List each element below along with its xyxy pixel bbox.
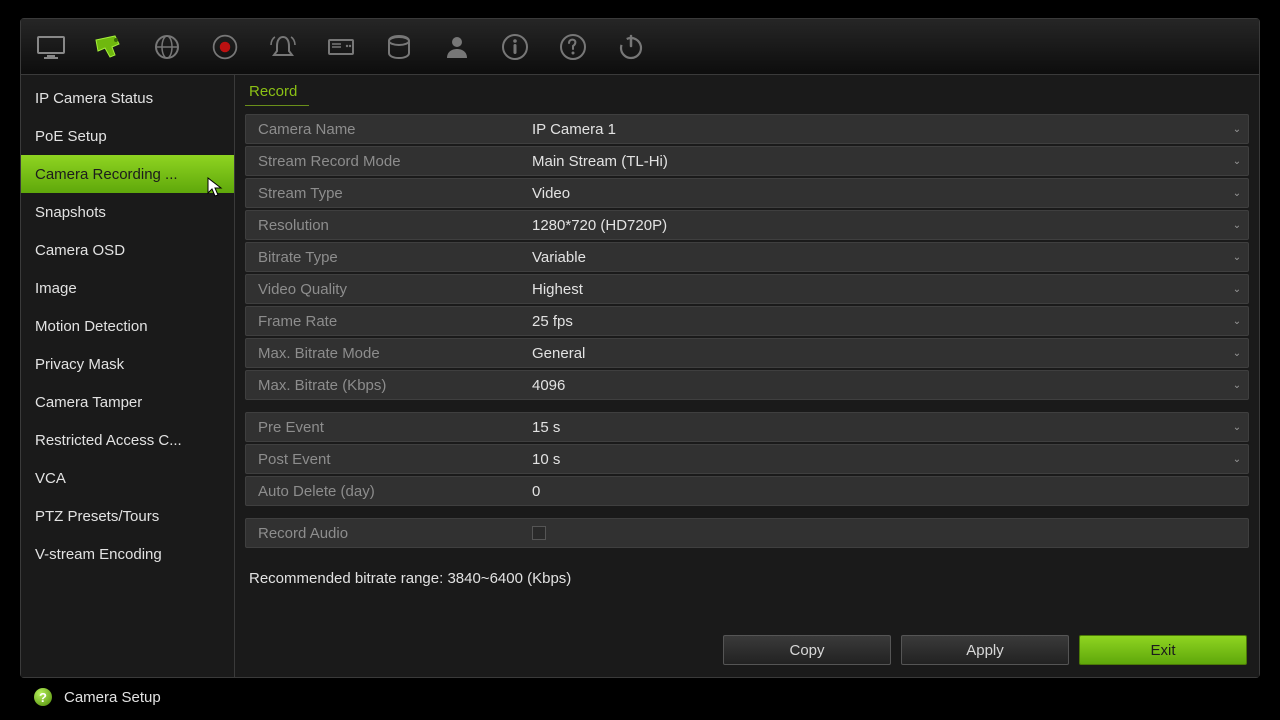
help-icon[interactable] [553,27,593,67]
sidebar-item-camera-recording[interactable]: Camera Recording ... [21,155,234,193]
monitor-icon[interactable] [31,27,71,67]
row-frame-rate[interactable]: Frame Rate 25 fps ⌄ [245,306,1249,336]
sidebar-item-restricted-access[interactable]: Restricted Access C... [21,421,234,459]
label-camera-name: Camera Name [246,121,526,138]
settings-form: Camera Name IP Camera 1 ⌄ Stream Record … [245,114,1249,548]
row-video-quality[interactable]: Video Quality Highest ⌄ [245,274,1249,304]
app-window: IP Camera Status PoE Setup Camera Record… [20,18,1260,678]
sidebar-item-vca[interactable]: VCA [21,459,234,497]
sidebar-item-poe-setup[interactable]: PoE Setup [21,117,234,155]
storage-icon[interactable] [379,27,419,67]
chevron-down-icon: ⌄ [1226,348,1248,359]
row-pre-event[interactable]: Pre Event 15 s ⌄ [245,412,1249,442]
button-bar: Copy Apply Exit [245,627,1249,669]
record-icon[interactable] [205,27,245,67]
row-camera-name[interactable]: Camera Name IP Camera 1 ⌄ [245,114,1249,144]
row-max-bitrate-kbps[interactable]: Max. Bitrate (Kbps) 4096 ⌄ [245,370,1249,400]
user-icon[interactable] [437,27,477,67]
row-max-bitrate-mode[interactable]: Max. Bitrate Mode General ⌄ [245,338,1249,368]
alarm-icon[interactable] [263,27,303,67]
network-icon[interactable] [147,27,187,67]
row-stream-record-mode[interactable]: Stream Record Mode Main Stream (TL-Hi) ⌄ [245,146,1249,176]
exit-button[interactable]: Exit [1079,635,1247,665]
row-resolution[interactable]: Resolution 1280*720 (HD720P) ⌄ [245,210,1249,240]
recommended-bitrate: Recommended bitrate range: 3840~6400 (Kb… [245,570,1249,587]
record-audio-checkbox[interactable] [532,526,546,540]
device-icon[interactable] [321,27,361,67]
chevron-down-icon: ⌄ [1226,454,1248,465]
row-post-event[interactable]: Post Event 10 s ⌄ [245,444,1249,474]
main-panel: Record Camera Name IP Camera 1 ⌄ Stream … [235,75,1259,677]
chevron-down-icon: ⌄ [1226,188,1248,199]
sidebar-item-ptz-presets[interactable]: PTZ Presets/Tours [21,497,234,535]
sidebar-item-motion-detection[interactable]: Motion Detection [21,307,234,345]
copy-button[interactable]: Copy [723,635,891,665]
info-icon[interactable] [495,27,535,67]
page-title: Record [245,75,309,106]
sidebar-item-camera-osd[interactable]: Camera OSD [21,231,234,269]
apply-button[interactable]: Apply [901,635,1069,665]
help-glyph-icon[interactable]: ? [34,688,52,706]
sidebar-item-camera-tamper[interactable]: Camera Tamper [21,383,234,421]
sidebar-item-snapshots[interactable]: Snapshots [21,193,234,231]
chevron-down-icon: ⌄ [1226,284,1248,295]
sidebar-item-image[interactable]: Image [21,269,234,307]
camera-icon[interactable] [89,27,129,67]
power-icon[interactable] [611,27,651,67]
row-auto-delete[interactable]: Auto Delete (day) 0 ⌄ [245,476,1249,506]
chevron-down-icon: ⌄ [1226,220,1248,231]
chevron-down-icon: ⌄ [1226,252,1248,263]
chevron-down-icon: ⌄ [1226,316,1248,327]
top-toolbar [21,19,1259,75]
sidebar-item-privacy-mask[interactable]: Privacy Mask [21,345,234,383]
chevron-down-icon: ⌄ [1226,124,1248,135]
chevron-down-icon: ⌄ [1226,422,1248,433]
row-stream-type[interactable]: Stream Type Video ⌄ [245,178,1249,208]
value-camera-name: IP Camera 1 [526,121,1226,138]
chevron-down-icon: ⌄ [1226,380,1248,391]
status-label: Camera Setup [64,689,161,706]
chevron-down-icon: ⌄ [1226,156,1248,167]
row-bitrate-type[interactable]: Bitrate Type Variable ⌄ [245,242,1249,272]
row-record-audio[interactable]: Record Audio ⌄ [245,518,1249,548]
sidebar-item-vstream-encoding[interactable]: V-stream Encoding [21,535,234,573]
status-bar: ? Camera Setup [20,682,1260,712]
sidebar-item-ip-camera-status[interactable]: IP Camera Status [21,79,234,117]
sidebar: IP Camera Status PoE Setup Camera Record… [21,75,235,677]
